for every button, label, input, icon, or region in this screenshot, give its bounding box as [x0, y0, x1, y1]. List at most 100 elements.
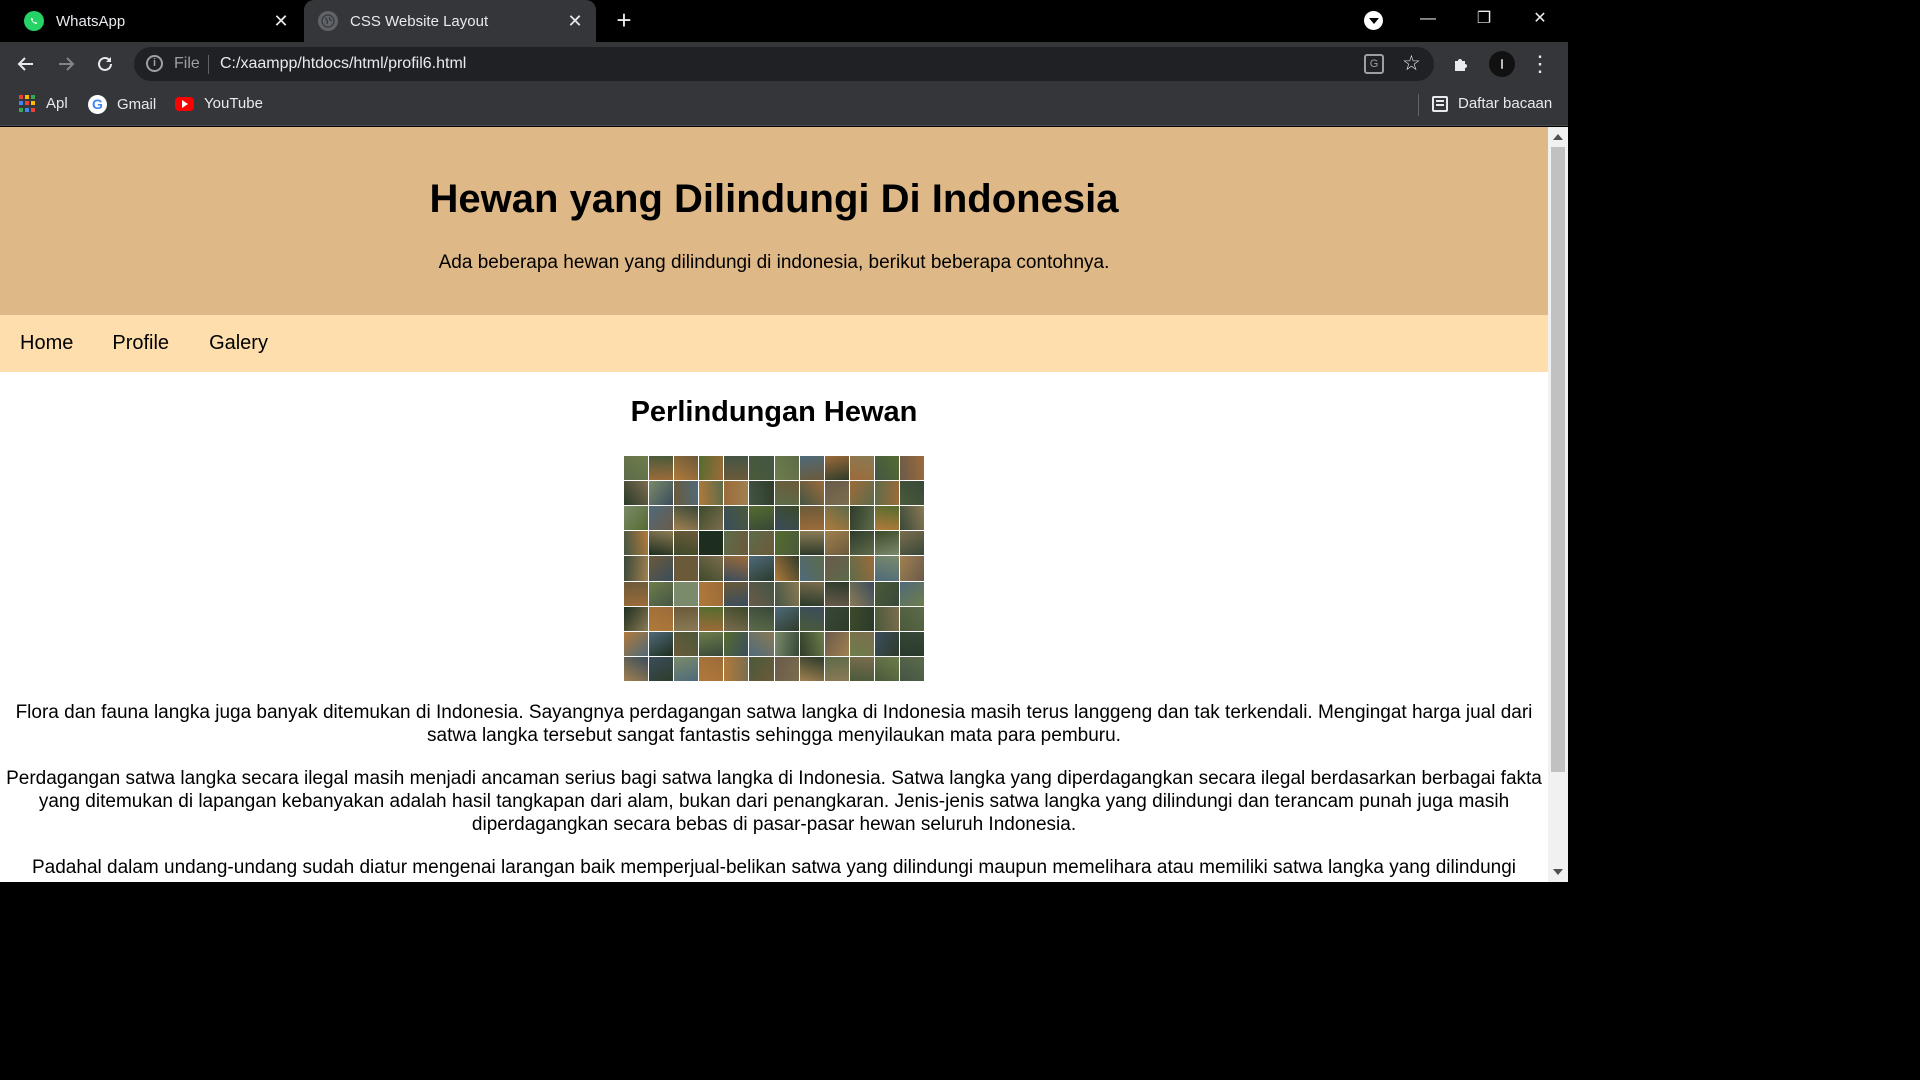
collage-tile: [874, 456, 899, 481]
collage-tile: [699, 456, 724, 481]
collage-tile: [749, 456, 774, 481]
extensions-puzzle-icon[interactable]: [1448, 50, 1476, 78]
collage-tile: [674, 481, 699, 506]
restore-button[interactable]: ❐: [1456, 0, 1512, 42]
collage-tile: [774, 456, 799, 481]
collage-tile: [674, 556, 699, 581]
collage-tile: [724, 556, 749, 581]
collage-tile: [699, 556, 724, 581]
bookmarks-bar: Apl G Gmail YouTube Daftar bacaan: [0, 86, 1568, 126]
collage-tile: [849, 581, 874, 606]
collage-tile: [799, 506, 824, 531]
collage-tile: [774, 581, 799, 606]
collage-tile: [624, 581, 649, 606]
collage-tile: [849, 631, 874, 656]
whatsapp-icon: [24, 11, 44, 31]
close-window-button[interactable]: ✕: [1512, 0, 1568, 42]
collage-tile: [724, 506, 749, 531]
address-bar[interactable]: i File C:/xaampp/htdocs/html/profil6.htm…: [134, 47, 1434, 81]
scroll-thumb[interactable]: [1551, 147, 1565, 772]
reload-icon[interactable]: [91, 50, 119, 78]
collage-tile: [799, 656, 824, 681]
collage-tile: [849, 556, 874, 581]
menu-kebab-icon[interactable]: ⋮: [1526, 50, 1554, 78]
close-tab-icon[interactable]: ✕: [272, 12, 290, 30]
collage-tile: [674, 656, 699, 681]
collage-tile: [824, 531, 849, 556]
nav-galery[interactable]: Galery: [189, 332, 288, 355]
youtube-icon: [175, 96, 194, 111]
collage-tile: [774, 531, 799, 556]
collage-tile: [724, 606, 749, 631]
main-content: Perlindungan Hewan Flora dan fauna langk…: [0, 396, 1548, 879]
reading-list-button[interactable]: Daftar bacaan: [1432, 95, 1552, 112]
collage-tile: [874, 556, 899, 581]
collage-tile: [649, 656, 674, 681]
collage-tile: [874, 531, 899, 556]
collage-tile: [799, 581, 824, 606]
collage-tile: [649, 456, 674, 481]
collage-tile: [799, 481, 824, 506]
scroll-down-arrow-icon[interactable]: [1553, 869, 1563, 875]
collage-tile: [824, 606, 849, 631]
content-paragraph: Flora dan fauna langka juga banyak ditem…: [15, 702, 1533, 746]
nav-home[interactable]: Home: [0, 332, 93, 355]
collage-tile: [699, 581, 724, 606]
url-text[interactable]: C:/xaampp/htdocs/html/profil6.html: [220, 55, 466, 73]
tab-css-website-layout[interactable]: CSS Website Layout ✕: [304, 0, 596, 42]
profile-avatar[interactable]: [1489, 51, 1515, 77]
nav-profile[interactable]: Profile: [92, 332, 189, 355]
collage-tile: [624, 556, 649, 581]
new-tab-button[interactable]: +: [610, 6, 638, 34]
bookmark-star-icon[interactable]: ☆: [1402, 51, 1421, 76]
collage-tile: [724, 531, 749, 556]
bookmark-youtube[interactable]: YouTube: [175, 95, 263, 112]
collage-tile: [774, 631, 799, 656]
collage-tile: [824, 506, 849, 531]
collage-tile: [724, 656, 749, 681]
collage-tile: [649, 531, 674, 556]
bookmark-gmail[interactable]: G Gmail: [88, 95, 156, 114]
animal-collage-image: [624, 456, 924, 681]
collage-tile: [699, 631, 724, 656]
site-info-icon[interactable]: i: [146, 55, 163, 72]
collage-tile: [674, 606, 699, 631]
tab-whatsapp[interactable]: WhatsApp ✕: [14, 0, 302, 42]
collage-tile: [799, 531, 824, 556]
tab-search-icon[interactable]: [1364, 11, 1383, 30]
page-viewport: Hewan yang Dilindungi Di Indonesia Ada b…: [0, 127, 1548, 882]
collage-tile: [849, 506, 874, 531]
collage-tile: [699, 506, 724, 531]
minimize-button[interactable]: —: [1400, 0, 1456, 42]
reading-list-icon: [1432, 95, 1448, 112]
page-subtitle: Ada beberapa hewan yang dilindungi di in…: [438, 252, 1110, 273]
collage-tile: [899, 656, 924, 681]
tab-title: CSS Website Layout: [350, 12, 489, 30]
collage-tile: [749, 606, 774, 631]
scroll-up-arrow-icon[interactable]: [1553, 134, 1563, 140]
collage-tile: [699, 531, 724, 556]
collage-tile: [649, 556, 674, 581]
bookmark-label: Gmail: [117, 96, 157, 113]
forward-icon[interactable]: [52, 50, 80, 78]
collage-tile: [874, 506, 899, 531]
collage-tile: [674, 456, 699, 481]
content-paragraph: Perdagangan satwa langka secara ilegal m…: [6, 768, 1542, 835]
collage-tile: [724, 631, 749, 656]
close-tab-icon[interactable]: ✕: [566, 12, 584, 30]
collage-tile: [674, 506, 699, 531]
collage-tile: [624, 481, 649, 506]
bookmark-apps[interactable]: Apl: [19, 95, 68, 112]
collage-tile: [624, 506, 649, 531]
browser-toolbar: i File C:/xaampp/htdocs/html/profil6.htm…: [0, 42, 1568, 86]
collage-tile: [849, 481, 874, 506]
collage-tile: [874, 606, 899, 631]
translate-icon[interactable]: G: [1364, 54, 1384, 74]
collage-tile: [699, 481, 724, 506]
collage-tile: [874, 481, 899, 506]
page-scrollbar[interactable]: [1548, 127, 1568, 882]
collage-tile: [624, 631, 649, 656]
collage-tile: [774, 606, 799, 631]
back-icon[interactable]: [12, 50, 40, 78]
page-header: Hewan yang Dilindungi Di Indonesia Ada b…: [0, 127, 1548, 315]
